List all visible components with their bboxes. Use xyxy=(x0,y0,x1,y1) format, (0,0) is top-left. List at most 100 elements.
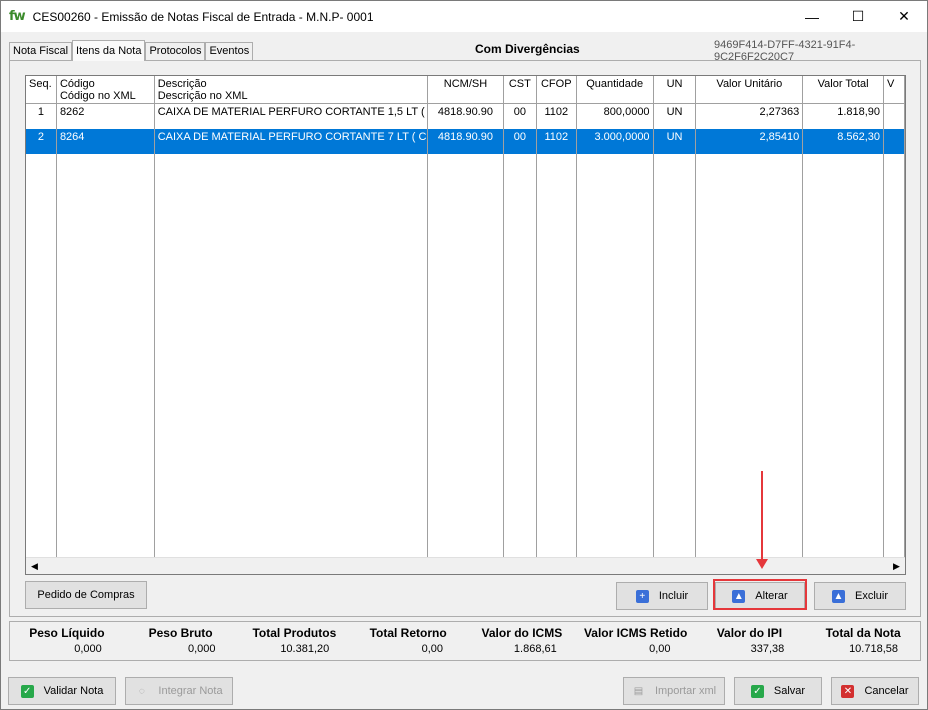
header-cst[interactable]: CST xyxy=(504,76,537,103)
cell-cfop: 1102 xyxy=(537,129,577,154)
cell-valor-unitario: 2,85410 xyxy=(696,129,804,154)
header-descricao-xml-label: Descrição no XML xyxy=(157,90,248,102)
table-row[interactable]: 1 8262 CAIXA DE MATERIAL PERFURO CORTANT… xyxy=(26,104,905,129)
importar-xml-label: Importar xml xyxy=(654,685,717,697)
total-value: 0,00 xyxy=(649,643,671,655)
header-quantidade[interactable]: Quantidade xyxy=(577,76,654,103)
incluir-label: Incluir xyxy=(658,590,689,602)
close-icon: ✕ xyxy=(898,8,910,24)
cancel-icon: ✕ xyxy=(841,684,855,698)
total-label: Peso Líquido xyxy=(29,626,105,640)
integrate-icon: ◌ xyxy=(138,685,145,697)
integrar-nota-button[interactable]: ◌ Integrar Nota xyxy=(125,677,233,705)
cell-codigo: 8262 xyxy=(57,104,155,129)
cell-un: UN xyxy=(654,129,697,154)
title-bar: fw CES00260 - Emissão de Notas Fiscal de… xyxy=(1,1,927,32)
header-valor-total[interactable]: Valor Total xyxy=(803,76,885,103)
cell-cst: 00 xyxy=(504,104,537,129)
total-valor-ipi: Valor do IPI 337,38 xyxy=(693,622,807,660)
header-valor-unitario[interactable]: Valor Unitário xyxy=(696,76,804,103)
header-seq[interactable]: Seq. xyxy=(26,76,57,103)
close-button[interactable]: ✕ xyxy=(881,1,927,32)
total-retorno: Total Retorno 0,00 xyxy=(351,622,465,660)
tab-nota-fiscal[interactable]: Nota Fiscal xyxy=(9,42,73,61)
tab-itens-da-nota[interactable]: Itens da Nota xyxy=(72,40,146,61)
cell-un: UN xyxy=(654,104,697,129)
validar-nota-label: Validar Nota xyxy=(43,685,104,697)
pedido-de-compras-label: Pedido de Compras xyxy=(37,589,135,601)
total-value: 10.718,58 xyxy=(849,643,898,655)
annotation-highlight-box xyxy=(713,579,807,610)
total-value: 0,000 xyxy=(74,643,102,655)
cell-quantidade: 800,0000 xyxy=(577,104,654,129)
excluir-label: Excluir xyxy=(854,590,888,602)
table-row-selected[interactable]: 2 8264 CAIXA DE MATERIAL PERFURO CORTANT… xyxy=(26,129,905,154)
window-title: CES00260 - Emissão de Notas Fiscal de En… xyxy=(32,9,374,24)
minimize-button[interactable]: — xyxy=(789,1,835,32)
horizontal-scrollbar[interactable]: ◀ ▶ xyxy=(26,557,905,574)
validar-nota-button[interactable]: ✓ Validar Nota xyxy=(8,677,116,705)
totals-panel: Peso Líquido 0,000 Peso Bruto 0,000 Tota… xyxy=(9,621,921,661)
header-descricao[interactable]: Descrição Descrição no XML xyxy=(155,76,429,103)
excluir-button[interactable]: ▲ Excluir xyxy=(814,582,906,610)
tab-protocolos[interactable]: Protocolos xyxy=(145,42,206,61)
pedido-de-compras-button[interactable]: Pedido de Compras xyxy=(25,581,147,609)
total-label: Valor ICMS Retido xyxy=(583,626,688,640)
cell-v xyxy=(884,104,905,129)
total-value: 1.868,61 xyxy=(513,643,557,655)
cell-cfop: 1102 xyxy=(537,104,577,129)
maximize-button[interactable]: ☐ xyxy=(835,1,881,32)
app-logo: fw xyxy=(9,9,26,24)
total-da-nota: Total da Nota 10.718,58 xyxy=(806,622,920,660)
cell-descricao: CAIXA DE MATERIAL PERFURO CORTANTE 7 LT … xyxy=(155,129,429,154)
cell-valor-total: 1.818,90 xyxy=(803,104,885,129)
annotation-arrow-line xyxy=(761,471,763,561)
check-icon: ✓ xyxy=(20,684,34,698)
cell-codigo: 8264 xyxy=(57,129,155,154)
scroll-right-icon[interactable]: ▶ xyxy=(888,558,905,575)
total-valor-icms: Valor do ICMS 1.868,61 xyxy=(465,622,579,660)
salvar-button[interactable]: ✓ Salvar xyxy=(734,677,822,705)
salvar-label: Salvar xyxy=(773,685,806,697)
header-v[interactable]: V xyxy=(884,76,905,103)
importar-xml-button[interactable]: ▤ Importar xml xyxy=(623,677,725,705)
annotation-arrow-icon xyxy=(756,559,768,569)
total-value: 0,00 xyxy=(421,643,443,655)
scroll-left-icon[interactable]: ◀ xyxy=(26,558,43,575)
total-icms-retido: Valor ICMS Retido 0,00 xyxy=(579,622,693,660)
header-cfop[interactable]: CFOP xyxy=(537,76,577,103)
total-label: Total Retorno xyxy=(369,626,447,640)
integrar-nota-label: Integrar Nota xyxy=(158,685,223,697)
header-descricao-label: Descrição xyxy=(157,78,207,90)
main-window: fw CES00260 - Emissão de Notas Fiscal de… xyxy=(0,0,928,710)
grid-header: Seq. Código Código no XML Descrição Descri… xyxy=(26,76,905,104)
plus-icon: + xyxy=(635,589,649,603)
maximize-icon: ☐ xyxy=(851,8,865,24)
header-un[interactable]: UN xyxy=(654,76,697,103)
items-grid[interactable]: Seq. Código Código no XML Descrição Descri… xyxy=(25,75,906,575)
incluir-button[interactable]: + Incluir xyxy=(616,582,708,610)
total-value: 0,000 xyxy=(187,643,216,655)
total-peso-liquido: Peso Líquido 0,000 xyxy=(10,622,124,660)
status-title: Com Divergências xyxy=(475,42,580,56)
tab-strip: Nota Fiscal Itens da Nota Protocolos Eve… xyxy=(9,40,254,61)
total-label: Valor do ICMS xyxy=(481,626,563,640)
cell-ncm: 4818.90.90 xyxy=(428,104,504,129)
cancelar-button[interactable]: ✕ Cancelar xyxy=(831,677,919,705)
cell-descricao: CAIXA DE MATERIAL PERFURO CORTANTE 1,5 L… xyxy=(155,104,429,129)
header-codigo[interactable]: Código Código no XML xyxy=(57,76,155,103)
header-ncm[interactable]: NCM/SH xyxy=(428,76,504,103)
total-value: 10.381,20 xyxy=(280,643,330,655)
cancelar-label: Cancelar xyxy=(864,685,909,697)
cell-seq: 1 xyxy=(26,104,57,129)
cell-valor-unitario: 2,27363 xyxy=(696,104,804,129)
import-icon: ▤ xyxy=(633,685,644,697)
cell-cst: 00 xyxy=(504,129,537,154)
header-codigo-xml-label: Código no XML xyxy=(59,90,136,102)
total-peso-bruto: Peso Bruto 0,000 xyxy=(124,622,238,660)
tab-eventos[interactable]: Eventos xyxy=(205,42,254,61)
cell-seq: 2 xyxy=(26,129,57,154)
total-label: Total da Nota xyxy=(825,626,901,640)
grid-rows: 1 8262 CAIXA DE MATERIAL PERFURO CORTANT… xyxy=(26,104,905,154)
cell-v xyxy=(884,129,905,154)
